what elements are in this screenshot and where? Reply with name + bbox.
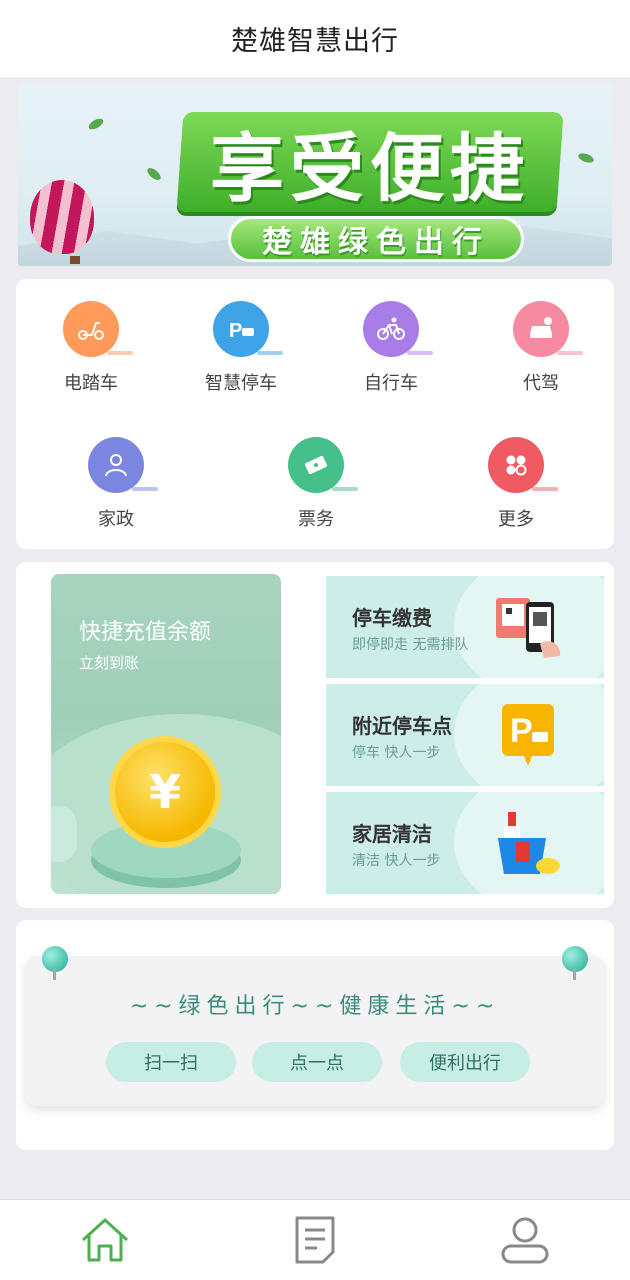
leaf-icon	[87, 116, 105, 132]
tab-orders[interactable]	[285, 1212, 345, 1268]
yuan-coin-icon: ¥	[109, 736, 221, 848]
scan-button[interactable]: 扫一扫	[106, 1042, 236, 1082]
service-label: 电踏车	[64, 373, 118, 394]
promo-banner[interactable]: 享受便捷 楚雄绿色出行	[18, 84, 612, 266]
promo-card: 快捷充值余额 立刻到账 ¥ 停车缴费 即停即走 无需排队 附近停车点 停车 快人…	[16, 562, 614, 908]
tile-title: 附近停车点	[352, 714, 452, 738]
svg-text:P: P	[510, 712, 533, 750]
bicycle-icon	[363, 301, 433, 357]
leaf-icon	[145, 165, 163, 183]
bottom-tab-bar	[0, 1199, 630, 1280]
decor-cylinder	[51, 806, 77, 862]
banner-headline-box: 享受便捷	[176, 112, 564, 212]
service-item-more[interactable]: 更多	[456, 437, 576, 531]
service-item-smart-parking[interactable]: P 智慧停车	[181, 301, 301, 395]
service-item-ebike[interactable]: 电踏车	[31, 301, 151, 395]
banner-subline: 楚雄绿色出行	[228, 216, 524, 262]
tile-title: 停车缴费	[352, 606, 432, 630]
profile-icon	[501, 1217, 549, 1264]
services-card: 电踏车 P 智慧停车 自行车 代驾 家政 票务 更多	[16, 279, 614, 549]
banner-headline: 享受便捷	[210, 125, 530, 212]
list-icon	[295, 1216, 335, 1264]
cleaning-bucket-icon	[494, 808, 564, 878]
recharge-subtitle: 立刻到账	[79, 654, 140, 672]
quick-recharge-card[interactable]: 快捷充值余额 立刻到账 ¥	[51, 574, 281, 894]
service-item-ticketing[interactable]: 票务	[256, 437, 376, 531]
tab-home[interactable]	[75, 1212, 135, 1268]
slogan-paper: ~~绿色出行~~健康生活~~ 扫一扫 点一点 便利出行	[26, 946, 604, 1106]
more-icon	[488, 437, 558, 493]
service-item-designated-driver[interactable]: 代驾	[481, 301, 601, 395]
balloon-basket	[70, 256, 80, 264]
svg-text:P: P	[229, 320, 242, 342]
tile-title: 家居清洁	[352, 822, 432, 846]
service-label: 票务	[298, 509, 334, 530]
car-icon	[513, 301, 583, 357]
tile-subtitle: 即停即走 无需排队	[352, 637, 469, 653]
page-title: 楚雄智慧出行	[231, 26, 399, 57]
hot-air-balloon-icon	[30, 180, 94, 254]
app-header: 楚雄智慧出行	[0, 0, 630, 77]
service-item-housekeeping[interactable]: 家政	[56, 437, 176, 531]
tile-subtitle: 停车 快人一步	[352, 745, 441, 761]
service-label: 智慧停车	[205, 373, 277, 394]
tile-nearby-parking[interactable]: 附近停车点 停车 快人一步 P	[326, 684, 604, 786]
qr-phone-icon	[494, 592, 564, 662]
home-icon	[81, 1218, 129, 1262]
tab-profile[interactable]	[495, 1212, 555, 1268]
parking-sign-icon: P	[494, 700, 564, 770]
pushpin-icon	[562, 946, 588, 980]
tap-button[interactable]: 点一点	[252, 1042, 382, 1082]
service-label: 自行车	[364, 373, 418, 394]
parking-icon: P	[213, 301, 283, 357]
service-label: 更多	[498, 509, 534, 530]
tile-subtitle: 清洁 快人一步	[352, 853, 441, 869]
pushpin-icon	[42, 946, 68, 980]
slogan-card: ~~绿色出行~~健康生活~~ 扫一扫 点一点 便利出行	[16, 920, 614, 1150]
tile-home-cleaning[interactable]: 家居清洁 清洁 快人一步	[326, 792, 604, 894]
scooter-icon	[63, 301, 133, 357]
leaf-icon	[577, 151, 595, 165]
service-label: 家政	[98, 509, 134, 530]
tile-parking-payment[interactable]: 停车缴费 即停即走 无需排队	[326, 576, 604, 678]
service-item-bicycle[interactable]: 自行车	[331, 301, 451, 395]
service-label: 代驾	[523, 373, 559, 394]
slogan-text: ~~绿色出行~~健康生活~~	[129, 994, 501, 1019]
convenient-travel-button[interactable]: 便利出行	[400, 1042, 530, 1082]
recharge-title: 快捷充值余额	[79, 620, 212, 645]
housekeeper-icon	[88, 437, 158, 493]
ticket-icon	[288, 437, 358, 493]
